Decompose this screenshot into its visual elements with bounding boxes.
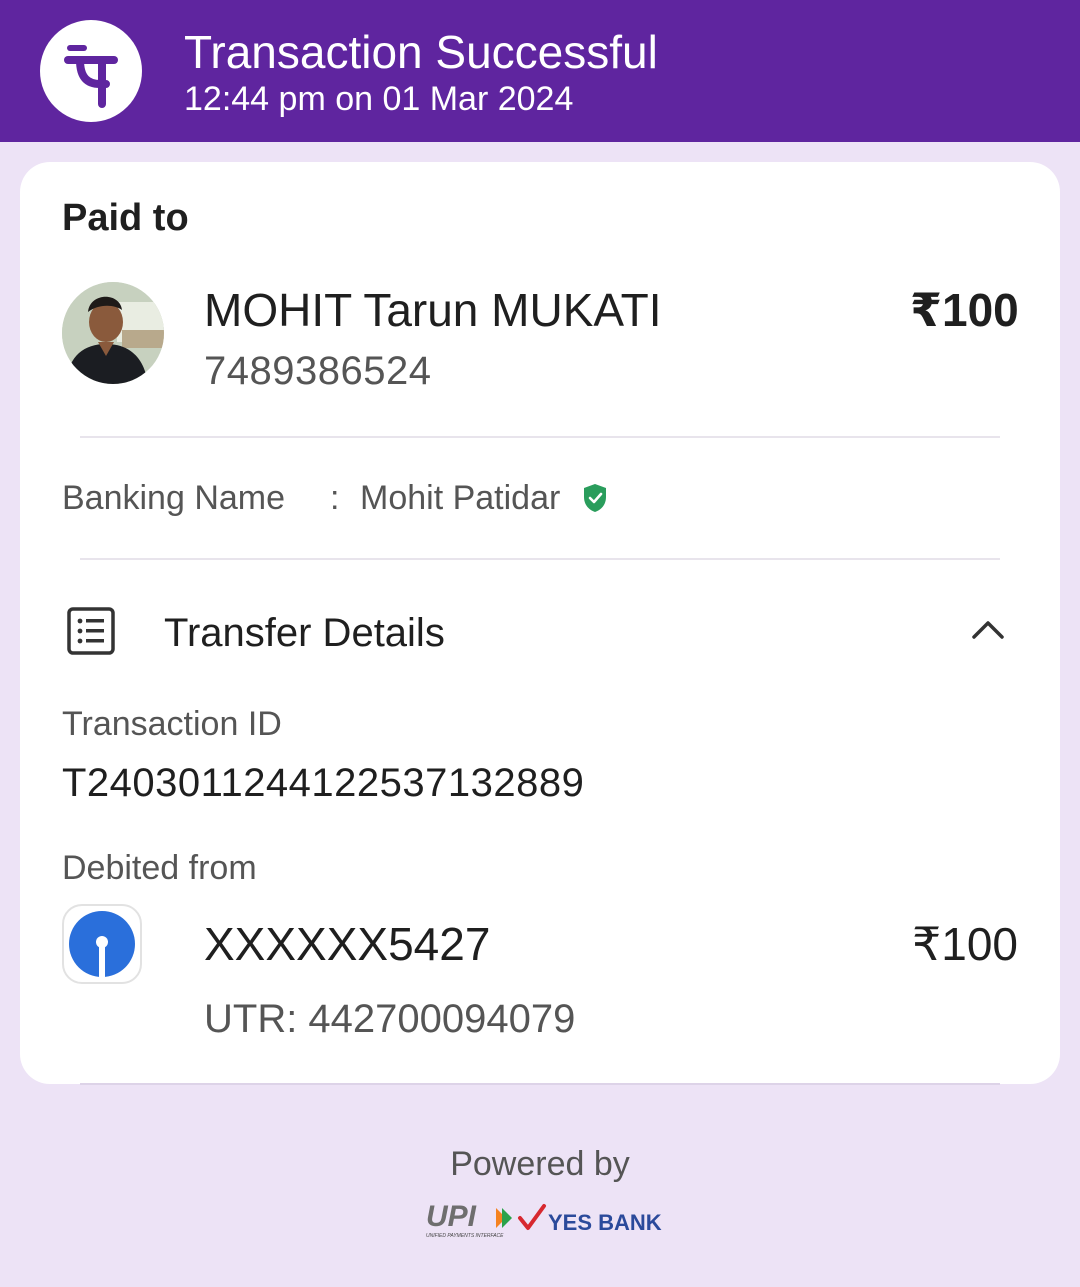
svg-text:YES BANK: YES BANK	[548, 1210, 662, 1235]
divider	[80, 436, 1000, 438]
avatar	[62, 282, 164, 384]
powered-by-label: Powered by	[450, 1145, 630, 1183]
status-header: Transaction Successful 12:44 pm on 01 Ma…	[0, 0, 1080, 142]
upi-logo-icon: UPI UNIFIED PAYMENTS INTERFACE	[426, 1200, 512, 1239]
svg-text:UPI: UPI	[426, 1200, 477, 1233]
page-title: Transaction Successful	[184, 26, 658, 78]
transaction-id-value[interactable]: T2403011244122537132889	[62, 760, 584, 806]
payee-phone: 7489386524	[204, 349, 432, 393]
divider	[80, 1083, 1000, 1085]
receipt-list-icon	[67, 607, 115, 655]
paid-to-label: Paid to	[62, 197, 189, 239]
verified-shield-icon	[584, 484, 606, 512]
transaction-card: Paid to MOHIT Tarun MUKATI ₹100 74893865…	[20, 162, 1060, 1084]
transaction-timestamp: 12:44 pm on 01 Mar 2024	[184, 80, 574, 118]
divider	[80, 558, 1000, 560]
banking-name-value: Mohit Patidar	[360, 479, 561, 517]
transfer-details-title: Transfer Details	[164, 611, 445, 655]
svg-text:UNIFIED PAYMENTS INTERFACE: UNIFIED PAYMENTS INTERFACE	[426, 1233, 504, 1239]
transaction-id-label: Transaction ID	[62, 705, 282, 743]
banking-name-separator: :	[330, 479, 340, 517]
yes-bank-logo-icon: YES BANK	[518, 1204, 662, 1235]
chevron-up-icon[interactable]	[970, 614, 1006, 644]
paid-amount: ₹100	[910, 284, 1019, 336]
banking-name-label: Banking Name	[62, 479, 286, 517]
debited-from-label: Debited from	[62, 849, 257, 887]
partner-logos: UPI UNIFIED PAYMENTS INTERFACE YES BANK	[426, 1200, 662, 1239]
debit-amount: ₹100	[911, 918, 1018, 970]
debit-account-number: XXXXXX5427	[204, 918, 491, 970]
phonepe-logo-icon	[40, 20, 142, 122]
utr-number[interactable]: UTR: 442700094079	[204, 996, 575, 1042]
payee-name: MOHIT Tarun MUKATI	[204, 284, 662, 336]
sbi-bank-icon	[62, 904, 142, 984]
